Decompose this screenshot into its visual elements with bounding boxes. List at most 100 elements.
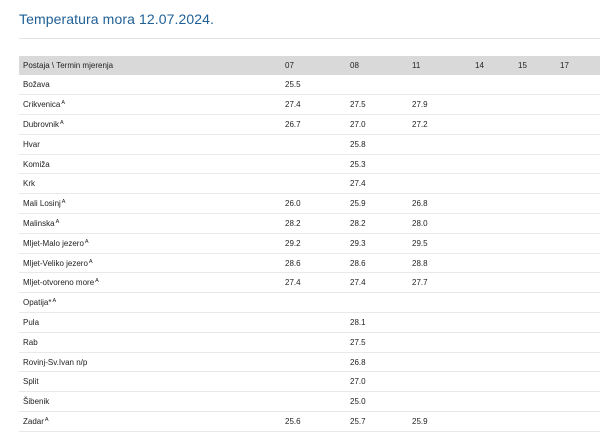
- temperature-cell: 27.4: [285, 100, 301, 110]
- temperature-cell: [514, 412, 556, 432]
- temperature-cell: [556, 95, 600, 115]
- temperature-cell: [281, 372, 346, 392]
- temperature-cell: [514, 332, 556, 352]
- station-mark: A: [95, 278, 99, 285]
- station-mark: A: [61, 199, 66, 206]
- station-cell: Mljet-otvoreno moreA: [19, 273, 281, 293]
- station-cell: Rab: [19, 332, 281, 352]
- temperature-cell: 27.4: [350, 278, 366, 288]
- temperature-cell: [281, 174, 346, 194]
- temperature-cell: [471, 233, 514, 253]
- temperature-cell: [408, 134, 471, 154]
- temperature-cell: [281, 154, 346, 174]
- temperature-cell: [556, 154, 600, 174]
- temperature-cell: [514, 115, 556, 135]
- station-cell: Mljet-Veliko jezeroA: [19, 253, 281, 273]
- temperature-cell: [556, 273, 600, 293]
- temperature-cell: [471, 115, 514, 135]
- temperature-cell: 27.5: [350, 100, 366, 110]
- temperature-cell: 28.8: [412, 258, 428, 268]
- temperature-cell: [514, 293, 556, 313]
- temperature-cell: [514, 134, 556, 154]
- station-name: Dubrovnik: [23, 119, 60, 129]
- temperature-cell: 28.2: [285, 218, 301, 228]
- header-term-07: 07: [285, 61, 294, 70]
- table-row: Pula 28.1: [19, 313, 600, 333]
- temperature-cell: 27.9: [412, 100, 428, 110]
- temperature-cell: [514, 372, 556, 392]
- station-name: Opatija*: [23, 298, 52, 308]
- temperature-cell: [281, 392, 346, 412]
- station-cell: Split: [19, 372, 281, 392]
- station-name: Mljet-Veliko jezero: [23, 258, 88, 268]
- table-row: Rovinj-Sv.Ivan n/p 26.8: [19, 352, 600, 372]
- station-cell: Komiža: [19, 154, 281, 174]
- temperature-cell: [471, 372, 514, 392]
- table-row: Split 27.0: [19, 372, 600, 392]
- temperature-cell: [556, 174, 600, 194]
- temperature-cell: [556, 412, 600, 432]
- temperature-cell: [556, 313, 600, 333]
- temperature-cell: [514, 352, 556, 372]
- station-cell: Pula: [19, 313, 281, 333]
- temperature-cell: [281, 313, 346, 333]
- temperature-cell: [346, 75, 408, 95]
- temperature-cell: [408, 372, 471, 392]
- temperature-cell: [514, 273, 556, 293]
- station-cell: DubrovnikA: [19, 115, 281, 135]
- temperature-cell: 27.0: [350, 377, 366, 387]
- station-name: Krk: [23, 179, 35, 189]
- table-row: Mali LosinjA 26.0 25.9 26.8: [19, 194, 600, 214]
- temperature-cell: 27.5: [350, 337, 366, 347]
- temperature-cell: [514, 174, 556, 194]
- temperature-cell: 26.8: [350, 357, 366, 367]
- temperature-cell: 27.4: [350, 179, 366, 189]
- temperature-cell: 29.5: [412, 238, 428, 248]
- header-term-17: 17: [560, 61, 569, 70]
- station-mark: A: [88, 258, 93, 265]
- temperature-cell: 25.6: [285, 416, 301, 426]
- header-term-08: 08: [350, 61, 359, 70]
- temperature-cell: 25.5: [285, 80, 301, 90]
- temperature-cell: [556, 392, 600, 412]
- temperature-cell: 28.1: [350, 317, 366, 327]
- temperature-cell: 25.8: [350, 139, 366, 149]
- table-row: MalinskaA 28.2 28.2 28.0: [19, 214, 600, 234]
- temperature-cell: [408, 332, 471, 352]
- temperature-cell: [514, 392, 556, 412]
- temperature-cell: [471, 134, 514, 154]
- station-cell: MalinskaA: [19, 214, 281, 234]
- temperature-cell: [471, 352, 514, 372]
- table-row: Krk 27.4: [19, 174, 600, 194]
- temperature-cell: [471, 293, 514, 313]
- table-row: Komiža 25.3: [19, 154, 600, 174]
- station-cell: Mljet-Malo jezeroA: [19, 233, 281, 253]
- header-term-11: 11: [412, 61, 421, 70]
- temperature-cell: 27.0: [350, 119, 366, 129]
- temperature-cell: 27.2: [412, 119, 428, 129]
- temperature-cell: [514, 233, 556, 253]
- station-name: Malinska: [23, 218, 55, 228]
- temperature-cell: 28.0: [412, 218, 428, 228]
- temperature-cell: [471, 214, 514, 234]
- temperature-cell: [556, 332, 600, 352]
- station-name: Hvar: [23, 139, 40, 149]
- temperature-cell: 25.7: [350, 416, 366, 426]
- table-row: Opatija*A: [19, 293, 600, 313]
- temperature-cell: 25.9: [412, 416, 428, 426]
- temperature-cell: [556, 352, 600, 372]
- table-row: Božava 25.5: [19, 75, 600, 95]
- temperature-cell: 28.6: [350, 258, 366, 268]
- temperature-cell: [471, 392, 514, 412]
- table-row: ZadarA 25.6 25.7 25.9: [19, 412, 600, 432]
- sea-temperature-table: Postaja \ Termin mjerenja 07 08 11 14 15…: [19, 56, 600, 432]
- temperature-cell: [556, 194, 600, 214]
- temperature-cell: [471, 253, 514, 273]
- table-header-row: Postaja \ Termin mjerenja 07 08 11 14 15…: [19, 56, 600, 75]
- station-name: Split: [23, 377, 39, 387]
- title-divider: [19, 38, 600, 39]
- table-row: CrikvenicaA 27.4 27.5 27.9: [19, 95, 600, 115]
- station-name: Crikvenica: [23, 100, 61, 110]
- temperature-cell: 25.3: [350, 159, 366, 169]
- station-name: Mali Losinj: [23, 199, 61, 209]
